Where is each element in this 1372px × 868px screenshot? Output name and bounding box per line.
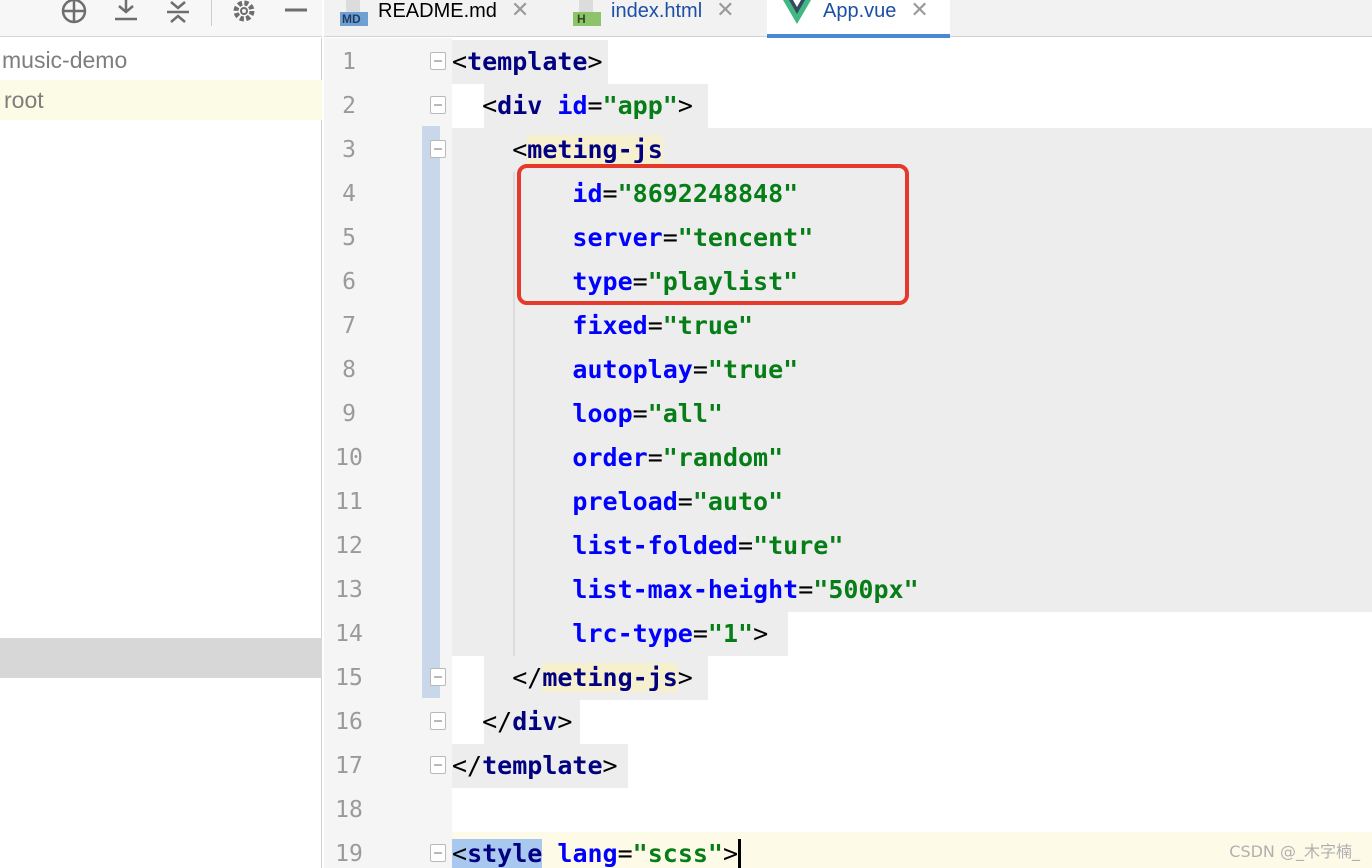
tree-item-root[interactable]: root (0, 80, 322, 120)
fold-marker-icon[interactable] (430, 712, 446, 730)
tree-item-music-demo[interactable]: music-demo (0, 40, 322, 80)
line-number: 3 (342, 137, 356, 163)
code-line: loop="all" (572, 399, 723, 428)
code-line: <template> (452, 47, 603, 76)
line-number: 4 (342, 181, 356, 207)
html-file-icon: H (573, 0, 603, 26)
line-number: 8 (342, 357, 356, 383)
code-line: fixed="true" (572, 311, 754, 340)
toolbar-separator (211, 0, 212, 26)
tree-selection-row[interactable] (0, 638, 322, 678)
code-line: lrc-type="1"> (572, 619, 769, 648)
code-line: autoplay="true" (572, 355, 799, 384)
code-line: <div id="app"> (482, 91, 693, 120)
project-panel: music-demo root (0, 38, 322, 868)
gear-icon[interactable] (229, 0, 259, 26)
code-line: list-folded="ture" (572, 531, 844, 560)
code-line: preload="auto" (572, 487, 784, 516)
line-number: 7 (342, 313, 356, 339)
code-line: order="random" (572, 443, 784, 472)
fold-marker-icon[interactable] (430, 96, 446, 114)
line-number: 18 (335, 797, 363, 823)
editor-tab-bar: MD README.md ✕ H index.html ✕ App.vue ✕ (324, 0, 1372, 38)
code-line: list-max-height="500px" (572, 575, 919, 604)
tab-readme[interactable]: MD README.md ✕ (340, 0, 550, 37)
line-number: 14 (335, 621, 363, 647)
close-icon[interactable]: ✕ (910, 0, 928, 21)
project-toolbar (0, 0, 322, 37)
scope-indicator (422, 126, 440, 698)
vue-file-icon (783, 0, 811, 26)
fold-marker-icon[interactable] (430, 668, 446, 686)
line-number: 11 (335, 489, 363, 515)
markdown-file-icon: MD (340, 0, 370, 26)
code-line: </meting-js> (512, 663, 693, 692)
tab-label: index.html (611, 0, 703, 22)
line-number: 2 (342, 93, 356, 119)
code-line: </template> (452, 751, 618, 780)
fold-marker-icon[interactable] (430, 52, 446, 70)
line-number: 10 (335, 445, 363, 471)
line-number: 12 (335, 533, 363, 559)
line-number: 17 (335, 753, 363, 779)
code-line: </div> (482, 707, 573, 736)
line-number: 13 (335, 577, 363, 603)
tab-index-html[interactable]: H index.html ✕ (573, 0, 767, 37)
code-editor[interactable]: 1 2 3 4 5 6 7 8 9 10 11 12 13 14 15 16 1… (324, 38, 1372, 868)
watermark: CSDN @_木字楠_ (1229, 842, 1360, 861)
minimize-icon[interactable] (281, 0, 311, 26)
line-number: 19 (335, 841, 363, 867)
line-number: 9 (342, 401, 356, 427)
locate-icon[interactable] (59, 0, 89, 26)
fold-marker-icon[interactable] (430, 140, 446, 158)
close-icon[interactable]: ✕ (511, 0, 529, 21)
code-line: <style lang="scss"> (452, 832, 742, 868)
text-cursor (738, 839, 742, 868)
line-number: 1 (342, 49, 356, 75)
line-number: 16 (335, 709, 363, 735)
collapse-all-icon[interactable] (163, 0, 193, 26)
close-icon[interactable]: ✕ (716, 0, 734, 21)
fold-marker-icon[interactable] (430, 756, 446, 774)
highlight-box (517, 164, 909, 305)
tab-label: App.vue (823, 0, 897, 22)
line-number: 5 (342, 225, 356, 251)
fold-marker-icon[interactable] (430, 844, 446, 862)
expand-all-icon[interactable] (111, 0, 141, 26)
line-number: 6 (342, 269, 356, 295)
tab-label: README.md (378, 0, 497, 22)
tab-app-vue[interactable]: App.vue ✕ (767, 0, 950, 38)
line-number: 15 (335, 665, 363, 691)
